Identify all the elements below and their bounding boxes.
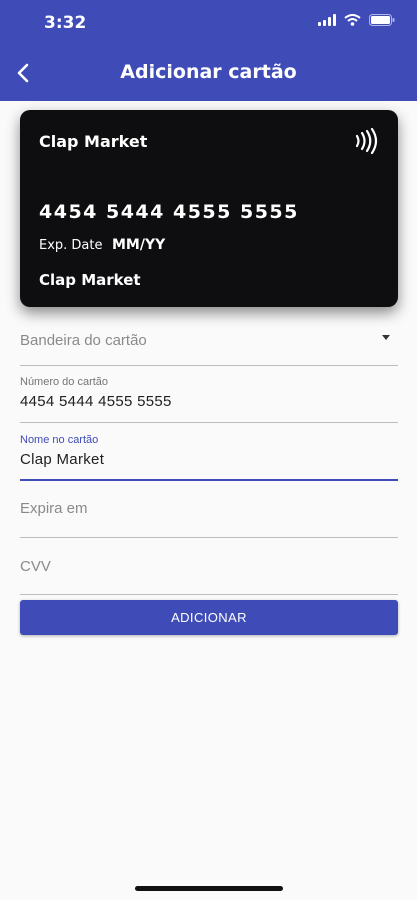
card-name-field[interactable]: Nome no cartão Clap Market: [20, 433, 398, 481]
status-icons: [318, 14, 395, 26]
wifi-icon: [344, 14, 361, 26]
status-time: 3:32: [44, 13, 87, 33]
card-brand-select[interactable]: Bandeira do cartão: [20, 320, 398, 366]
add-card-button[interactable]: ADICIONAR: [20, 600, 398, 635]
battery-icon: [369, 14, 395, 26]
card-name-input[interactable]: Clap Market: [20, 451, 104, 468]
card-brand-name: Clap Market: [39, 132, 148, 151]
card-number-label: Número do cartão: [20, 376, 109, 388]
card-exp-value: MM/YY: [112, 237, 166, 253]
card-name-label: Nome no cartão: [20, 434, 99, 446]
card-holder-preview: Clap Market: [39, 271, 141, 289]
signal-icon: [318, 14, 336, 26]
card-brand-placeholder: Bandeira do cartão: [20, 332, 147, 349]
card-number-input[interactable]: 4454 5444 4555 5555: [20, 393, 172, 410]
expiry-field[interactable]: Expira em: [20, 490, 398, 538]
cvv-placeholder: CVV: [20, 558, 51, 575]
contactless-icon: [355, 128, 378, 154]
home-indicator: [135, 886, 283, 891]
caret-down-icon: [382, 335, 390, 340]
card-exp-label: Exp. Date: [39, 238, 103, 253]
card-number-preview: 4454 5444 4555 5555: [39, 201, 299, 223]
cvv-field[interactable]: CVV: [20, 548, 398, 595]
card-number-field[interactable]: Número do cartão 4454 5444 4555 5555: [20, 375, 398, 423]
page-title: Adicionar cartão: [120, 61, 297, 83]
app-bar: 3:32 Adicionar cartão: [0, 0, 417, 101]
expiry-placeholder: Expira em: [20, 500, 88, 517]
card-preview: Clap Market 4454 5444 4555 5555 Exp. Dat…: [20, 110, 398, 307]
